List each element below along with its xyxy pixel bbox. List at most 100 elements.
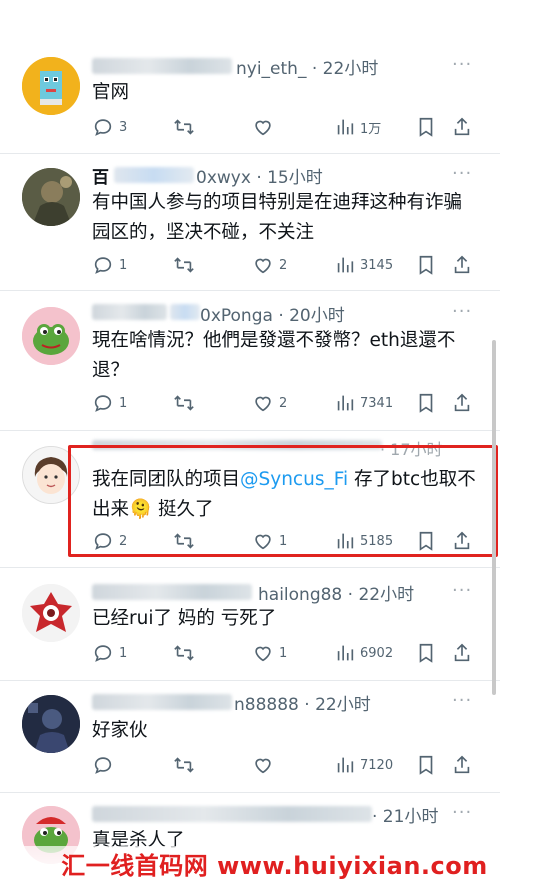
divider — [0, 680, 500, 681]
share-icon — [452, 254, 472, 276]
bookmark-button[interactable] — [416, 640, 436, 666]
bookmark-button[interactable] — [416, 252, 436, 278]
highlight-box — [68, 445, 498, 557]
views-chart-icon — [335, 642, 355, 664]
avatar[interactable] — [22, 695, 80, 753]
views-button[interactable]: 1万 — [335, 114, 381, 140]
reply-button[interactable]: 1 — [92, 390, 127, 416]
retweet-button[interactable] — [172, 752, 201, 778]
more-options-icon[interactable]: ··· — [452, 301, 472, 322]
like-button[interactable]: 1 — [252, 640, 287, 666]
blurred-display-name — [92, 694, 232, 710]
more-options-icon[interactable]: ··· — [452, 802, 472, 823]
like-button[interactable]: 2 — [252, 390, 287, 416]
like-button[interactable]: 2 — [252, 252, 287, 278]
views-count: 7120 — [360, 757, 394, 773]
views-button[interactable]: 6902 — [335, 640, 393, 666]
action-bar: 1 2 7341 — [92, 390, 482, 416]
divider — [0, 430, 500, 431]
views-button[interactable]: 7120 — [335, 752, 393, 778]
share-button[interactable] — [452, 390, 472, 416]
username[interactable]: hailong88 — [258, 585, 342, 605]
reply-header: hailong88 · 22小时 — [258, 580, 414, 605]
blurred-display-name — [92, 58, 232, 74]
more-options-icon[interactable]: ··· — [452, 163, 472, 184]
share-button[interactable] — [452, 252, 472, 278]
bookmark-icon — [416, 642, 436, 664]
action-bar: 3 1万 — [92, 114, 482, 140]
blurred-display-name — [92, 304, 167, 320]
reply-icon — [92, 754, 114, 776]
share-button[interactable] — [452, 640, 472, 666]
divider — [0, 290, 500, 291]
reply-text: 有中国人参与的项目特别是在迪拜这种有诈骗园区的，坚决不碰，不关注 — [92, 192, 463, 243]
views-chart-icon — [335, 392, 355, 414]
more-options-icon[interactable]: ··· — [452, 54, 472, 75]
share-icon — [452, 116, 472, 138]
bookmark-icon — [416, 254, 436, 276]
action-bar: 1 1 6902 — [92, 640, 482, 666]
timestamp[interactable]: · 15小时 — [256, 168, 322, 188]
views-button[interactable]: 7341 — [335, 390, 393, 416]
share-button[interactable] — [452, 752, 472, 778]
bookmark-button[interactable] — [416, 390, 436, 416]
share-icon — [452, 754, 472, 776]
reply-header: nyi_eth_ · 22小时 — [236, 54, 378, 79]
reply-text: 好家伙 — [92, 720, 148, 741]
reply-icon — [92, 642, 114, 664]
views-count: 1万 — [360, 121, 382, 137]
reply-button[interactable]: 3 — [92, 114, 127, 140]
username[interactable]: n88888 — [234, 695, 299, 715]
avatar[interactable] — [22, 57, 80, 115]
like-button[interactable] — [252, 114, 279, 140]
timestamp[interactable]: · 22小时 — [312, 59, 378, 79]
timestamp[interactable]: · 21小时 — [372, 807, 438, 827]
retweet-button[interactable] — [172, 390, 201, 416]
retweet-button[interactable] — [172, 640, 201, 666]
retweet-icon — [172, 392, 196, 414]
reply-header: · 21小时 — [372, 802, 438, 827]
reply-count: 1 — [119, 645, 128, 661]
divider — [0, 792, 500, 793]
views-chart-icon — [335, 754, 355, 776]
avatar[interactable] — [22, 307, 80, 365]
reply-count: 1 — [119, 257, 128, 273]
reply-handle-time: 0xwyx · 15小时 — [196, 163, 323, 188]
heart-icon — [252, 254, 274, 276]
reply-button[interactable] — [92, 752, 119, 778]
reply-header: 0xPonga · 20小时 — [200, 301, 345, 326]
blurred-display-name — [114, 167, 194, 183]
reply-text: 官网 — [92, 82, 130, 103]
bookmark-icon — [416, 754, 436, 776]
reply-count: 3 — [119, 119, 128, 135]
share-icon — [452, 642, 472, 664]
scrollbar[interactable] — [492, 340, 496, 695]
retweet-button[interactable] — [172, 114, 201, 140]
reply-text: 現在啥情況？他們是發還不發幣？eth退還不退？ — [92, 330, 456, 381]
timestamp[interactable]: · 22小时 — [348, 585, 414, 605]
action-bar: 7120 — [92, 752, 482, 778]
avatar[interactable] — [22, 584, 80, 642]
reply-icon — [92, 116, 114, 138]
views-button[interactable]: 3145 — [335, 252, 393, 278]
bookmark-icon — [416, 116, 436, 138]
avatar[interactable] — [22, 168, 80, 226]
retweet-button[interactable] — [172, 252, 201, 278]
heart-icon — [252, 642, 274, 664]
like-button[interactable] — [252, 752, 279, 778]
username[interactable]: nyi_eth_ — [236, 59, 306, 79]
more-options-icon[interactable]: ··· — [452, 580, 472, 601]
display-name-prefix[interactable]: 百 — [92, 168, 109, 188]
more-options-icon[interactable]: ··· — [452, 690, 472, 711]
bookmark-button[interactable] — [416, 752, 436, 778]
reply-button[interactable]: 1 — [92, 640, 127, 666]
retweet-icon — [172, 642, 196, 664]
like-count: 2 — [279, 395, 288, 411]
username[interactable]: 0xPonga — [200, 306, 273, 326]
timestamp[interactable]: · 22小时 — [304, 695, 370, 715]
reply-button[interactable]: 1 — [92, 252, 127, 278]
timestamp[interactable]: · 20小时 — [278, 306, 344, 326]
bookmark-button[interactable] — [416, 114, 436, 140]
username[interactable]: 0xwyx — [196, 168, 251, 188]
share-button[interactable] — [452, 114, 472, 140]
